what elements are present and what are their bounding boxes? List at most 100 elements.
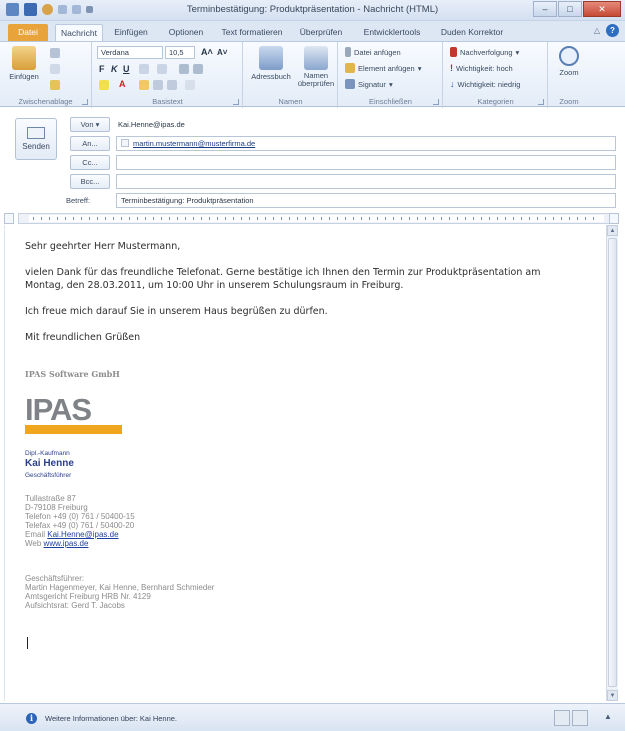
paperclip-icon: [345, 47, 351, 57]
to-recipient[interactable]: martin.mustermann@musterfirma.de: [133, 139, 255, 148]
copy-button[interactable]: [50, 64, 60, 74]
ruler-tick: [329, 217, 330, 220]
to-button[interactable]: An...: [70, 136, 110, 151]
group-label: Basistext: [152, 97, 183, 106]
paragraph-1-line-2: Montag, den 28.03.2011, um 10:00 Uhr in …: [25, 280, 404, 291]
scroll-down-icon[interactable]: ▼: [607, 690, 618, 701]
ruler-tick: [281, 217, 282, 220]
dialog-launcher-icon[interactable]: [82, 99, 88, 105]
dialog-launcher-icon[interactable]: [433, 99, 439, 105]
tab-selector[interactable]: [4, 213, 14, 224]
minimize-button[interactable]: –: [533, 1, 557, 17]
contact-photo-icon[interactable]: [572, 710, 588, 726]
underline-button[interactable]: U: [123, 63, 130, 76]
font-name-select[interactable]: Verdana: [97, 46, 163, 59]
cut-button[interactable]: [50, 48, 60, 58]
ruler-toggle[interactable]: [609, 213, 619, 224]
paste-button[interactable]: Einfügen: [4, 46, 44, 81]
web-link[interactable]: www.ipas.de: [44, 539, 89, 548]
highlight-button[interactable]: [99, 80, 109, 90]
subject-field[interactable]: Terminbestätigung: Produktpräsentation: [116, 193, 616, 208]
clear-format-button[interactable]: [185, 80, 195, 90]
bullets-button[interactable]: [139, 64, 149, 74]
ruler-tick: [137, 217, 138, 220]
shrink-font-button[interactable]: A˅: [217, 46, 227, 59]
signature-web-row: Web www.ipas.de: [25, 539, 89, 548]
tab-text-formatieren[interactable]: Text formatieren: [217, 24, 287, 41]
bcc-button[interactable]: Bcc...: [70, 174, 110, 189]
ruler-tick: [89, 217, 90, 220]
high-importance-button[interactable]: ! Wichtigkeit: hoch: [450, 63, 513, 73]
ruler-tick: [449, 217, 450, 220]
align-right-icon: [167, 80, 177, 90]
ruler-tick: [457, 217, 458, 220]
signature-company: IPAS Software GmbH: [25, 369, 120, 379]
font-color-button[interactable]: A: [119, 78, 126, 91]
email-link[interactable]: Kai.Henne@ipas.de: [47, 530, 118, 539]
italic-button[interactable]: K: [111, 63, 118, 76]
dropdown-arrow-icon: ▾: [388, 79, 393, 89]
decrease-indent-button[interactable]: [179, 64, 189, 74]
grow-font-button[interactable]: A˄: [201, 46, 213, 59]
ruler-tick: [409, 217, 410, 220]
ruler-tick: [465, 217, 466, 220]
minimize-ribbon-icon[interactable]: △: [594, 26, 600, 35]
tab-duden-korrektor[interactable]: Duden Korrektor: [436, 24, 508, 41]
group-names: Adressbuch Namen überprüfen Namen: [244, 42, 338, 108]
group-include: Datei anfügen Element anfügen ▾ Signatur ▾…: [339, 42, 443, 108]
company-logo: IPAS: [25, 392, 122, 437]
tab-entwicklertools[interactable]: Entwicklertools: [356, 24, 428, 41]
message-body[interactable]: [4, 225, 606, 701]
help-icon[interactable]: ?: [606, 24, 619, 37]
close-button[interactable]: ✕: [583, 1, 621, 17]
ruler-tick: [97, 217, 98, 220]
ruler-tick: [73, 217, 74, 220]
tab-optionen[interactable]: Optionen: [160, 24, 212, 41]
dialog-launcher-icon[interactable]: [233, 99, 239, 105]
check-names-button[interactable]: Namen überprüfen: [296, 46, 336, 88]
cc-button[interactable]: Cc...: [70, 155, 110, 170]
scroll-up-icon[interactable]: ▲: [607, 225, 618, 236]
ruler-tick: [513, 217, 514, 220]
paragraph-1-line-1: vielen Dank für das freundliche Telefona…: [25, 267, 541, 278]
contact-photo-icon[interactable]: [554, 710, 570, 726]
bcc-field[interactable]: [116, 174, 616, 189]
increase-indent-button[interactable]: [193, 64, 203, 74]
maximize-button[interactable]: □: [558, 1, 582, 17]
vertical-scrollbar[interactable]: ▲ ▼: [606, 225, 618, 701]
tab-datei[interactable]: Datei: [8, 24, 48, 41]
signature-degree: Dipl.-Kaufmann: [25, 450, 70, 457]
ruler-tick: [153, 217, 154, 220]
cc-field[interactable]: [116, 155, 616, 170]
expand-people-pane-icon[interactable]: ▲: [604, 712, 612, 721]
align-center-button[interactable]: [153, 80, 163, 90]
scroll-thumb[interactable]: [608, 238, 617, 687]
ruler-tick: [577, 217, 578, 220]
signature-button[interactable]: Signatur ▾: [345, 79, 393, 89]
attach-file-button[interactable]: Datei anfügen: [345, 47, 401, 57]
attach-item-button[interactable]: Element anfügen ▾: [345, 63, 421, 73]
address-book-button[interactable]: Adressbuch: [248, 46, 294, 81]
font-size-select[interactable]: 10,5: [165, 46, 195, 59]
tab-nachricht[interactable]: Nachricht: [55, 24, 103, 41]
from-button[interactable]: Von ▾: [70, 117, 110, 132]
tab-ueberpruefen[interactable]: Überprüfen: [293, 24, 349, 41]
people-info-text[interactable]: Weitere Informationen über: Kai Henne.: [45, 714, 177, 723]
align-left-button[interactable]: [139, 80, 149, 90]
to-field[interactable]: martin.mustermann@musterfirma.de: [116, 136, 616, 151]
bold-button[interactable]: F: [99, 63, 105, 76]
align-right-button[interactable]: [167, 80, 177, 90]
send-button[interactable]: Senden: [15, 118, 57, 160]
tab-einfuegen[interactable]: Einfügen: [108, 24, 154, 41]
dialog-launcher-icon[interactable]: [538, 99, 544, 105]
signature-role: Geschäftsführer: [25, 472, 72, 479]
window-controls: – □ ✕: [533, 1, 621, 17]
ruler[interactable]: [18, 213, 613, 224]
follow-up-button[interactable]: Nachverfolgung ▾: [450, 47, 519, 57]
format-painter-button[interactable]: [50, 80, 60, 90]
zoom-button[interactable]: Zoom: [553, 46, 585, 77]
logo-text: IPAS: [25, 392, 92, 427]
numbering-button[interactable]: [157, 64, 167, 74]
low-importance-button[interactable]: ↓ Wichtigkeit: niedrig: [450, 79, 520, 89]
ruler-tick: [481, 217, 482, 220]
